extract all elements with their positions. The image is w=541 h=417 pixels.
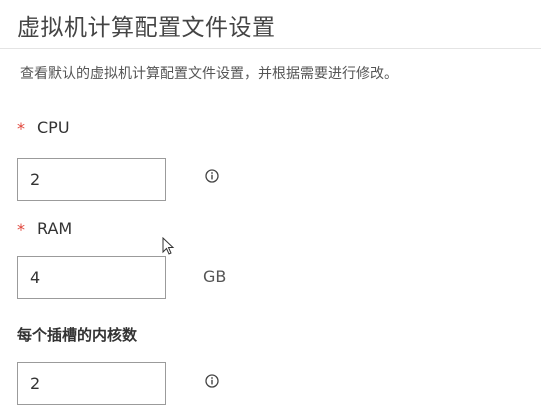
page-title: 虚拟机计算配置文件设置 — [17, 15, 276, 41]
ram-label-text: RAM — [37, 219, 73, 238]
required-marker: * — [17, 119, 25, 138]
cores-per-socket-label-text: 每个插槽的内核数 — [17, 326, 138, 344]
ram-label: * RAM — [17, 219, 73, 239]
cpu-label: * CPU — [17, 118, 70, 138]
title-divider — [0, 48, 541, 49]
required-marker: * — [17, 220, 25, 239]
cores-per-socket-input[interactable] — [17, 362, 166, 405]
page-description: 查看默认的虚拟机计算配置文件设置，并根据需要进行修改。 — [20, 66, 398, 82]
info-icon[interactable] — [205, 374, 219, 388]
cores-per-socket-label: 每个插槽的内核数 — [17, 324, 137, 345]
cpu-label-text: CPU — [37, 118, 70, 137]
ram-input[interactable] — [17, 256, 166, 299]
info-icon[interactable] — [205, 169, 219, 183]
mouse-pointer-icon — [162, 237, 175, 255]
ram-unit: GB — [203, 267, 227, 286]
cpu-input[interactable] — [17, 158, 166, 201]
vm-compute-profile-settings: 虚拟机计算配置文件设置 查看默认的虚拟机计算配置文件设置，并根据需要进行修改。 … — [0, 0, 541, 417]
